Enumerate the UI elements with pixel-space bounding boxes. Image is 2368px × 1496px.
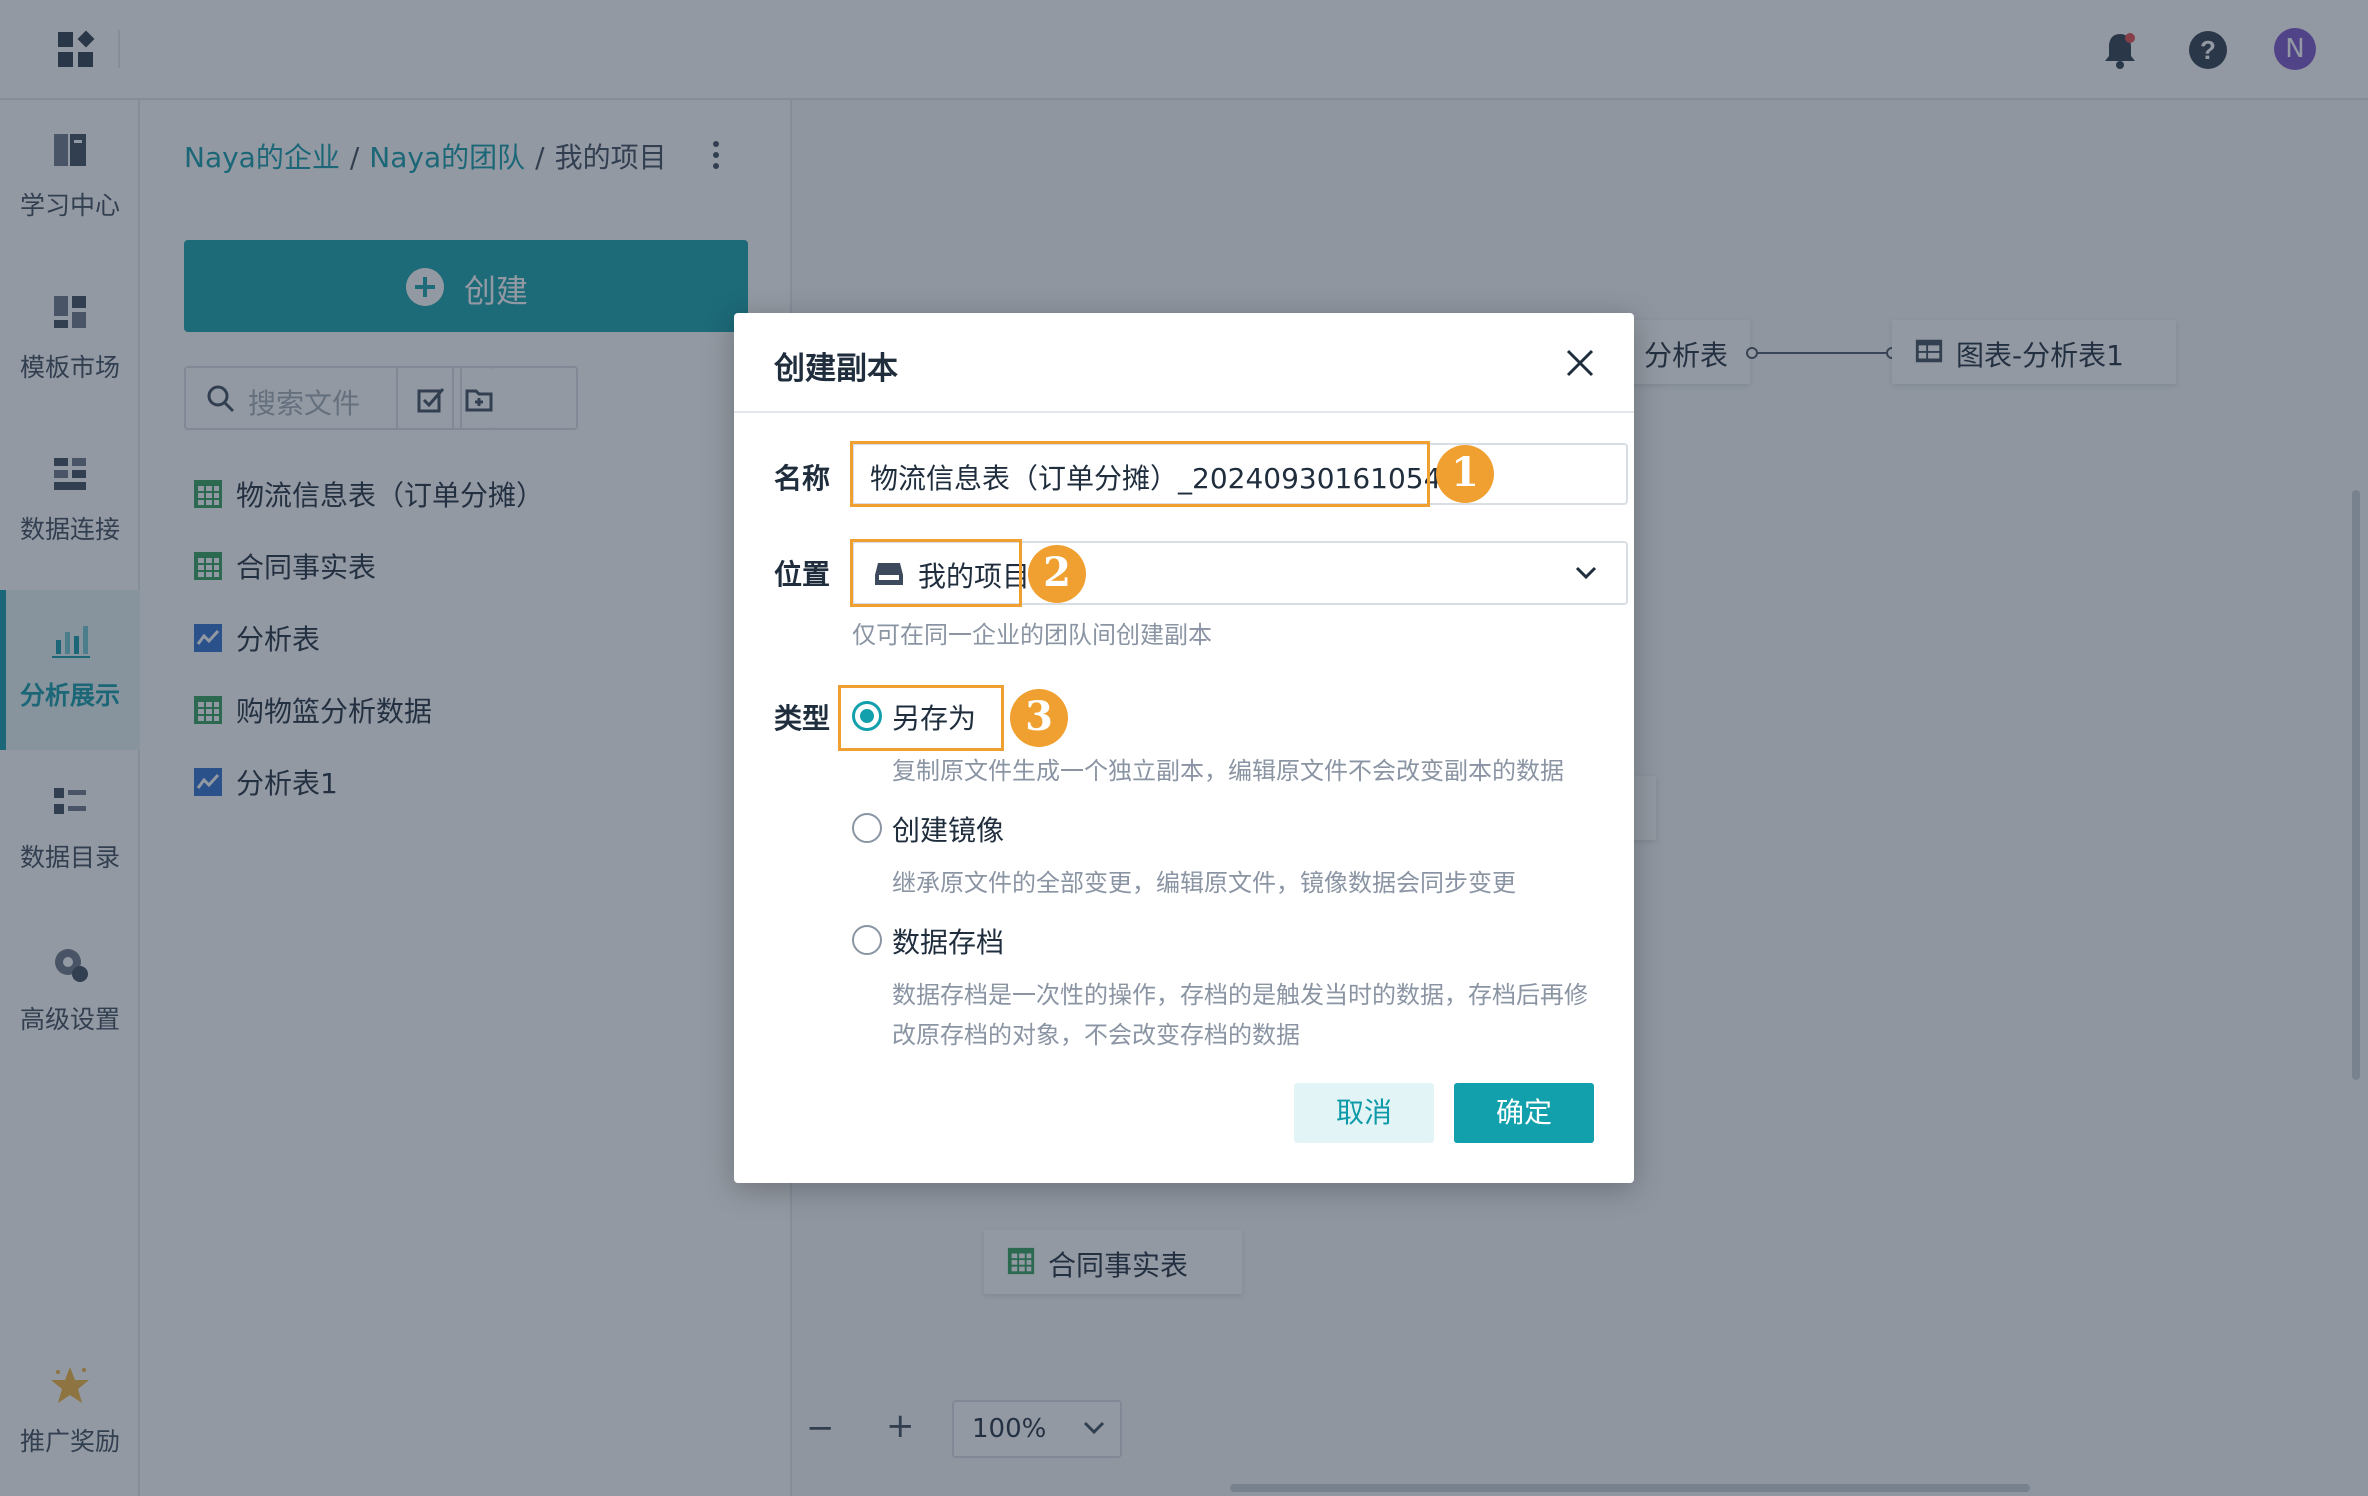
radio-button[interactable] [852,813,882,843]
radio-label: 创建镜像 [892,814,1005,847]
highlight-location [850,539,1022,607]
step-badge-2: 2 [1028,545,1086,603]
chevron-down-icon [1575,566,1597,580]
create-copy-dialog: 创建副本 名称 物流信息表（订单分摊）_20240930161054 位置 我的… [734,313,1634,1183]
confirm-button[interactable]: 确定 [1454,1083,1594,1143]
highlight-save-as [838,685,1004,751]
type-desc-continued: 改原存档的对象，不会改变存档的数据 [892,1021,1300,1049]
name-label: 名称 [774,462,831,495]
type-label: 类型 [774,702,831,735]
dialog-title: 创建副本 [774,351,898,387]
close-icon[interactable] [1562,345,1598,381]
type-desc: 复制原文件生成一个独立副本，编辑原文件不会改变副本的数据 [892,757,1564,785]
step-badge-1: 1 [1436,445,1494,503]
location-label: 位置 [774,558,831,591]
location-hint: 仅可在同一企业的团队间创建副本 [852,621,1212,649]
type-desc: 数据存档是一次性的操作，存档的是触发当时的数据，存档后再修 [892,981,1588,1009]
dialog-header: 创建副本 [734,313,1634,413]
step-badge-3: 3 [1010,689,1068,747]
radio-button[interactable] [852,925,882,955]
cancel-button[interactable]: 取消 [1294,1083,1434,1143]
highlight-name-field [850,441,1430,507]
type-desc: 继承原文件的全部变更，编辑原文件，镜像数据会同步变更 [892,869,1516,897]
radio-label: 数据存档 [892,926,1005,959]
